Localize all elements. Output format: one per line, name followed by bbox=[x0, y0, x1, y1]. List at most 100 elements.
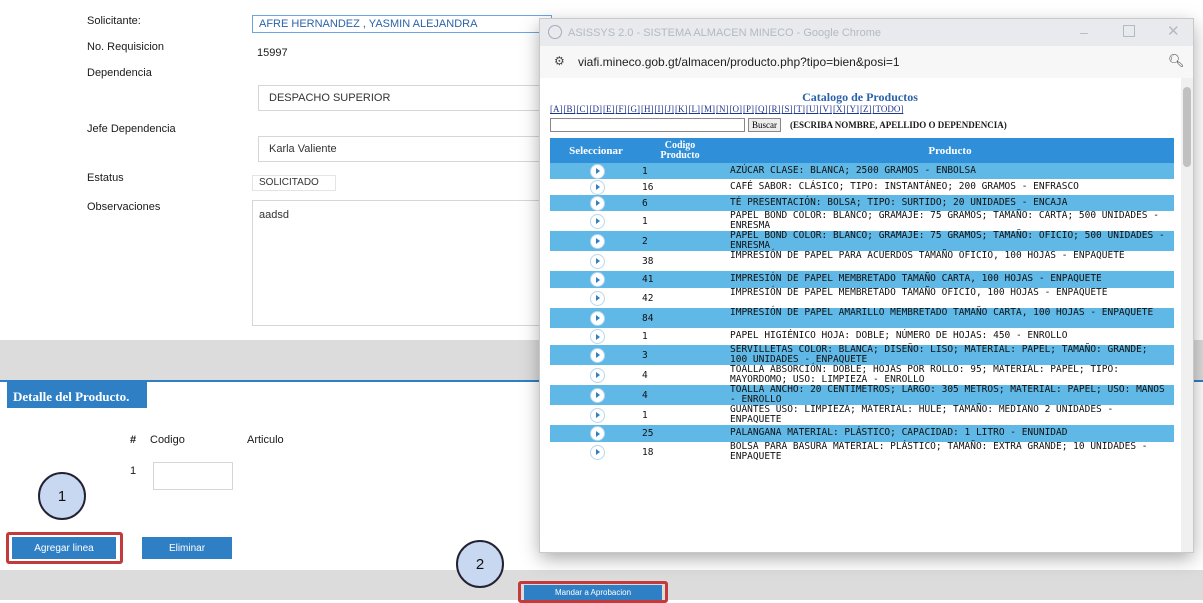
letter-link[interactable]: [B] bbox=[564, 104, 576, 114]
letter-link[interactable]: [TODO] bbox=[873, 104, 904, 114]
letter-link[interactable]: [G] bbox=[628, 104, 641, 114]
product-code: 38 bbox=[642, 255, 654, 267]
product-name: CAFÉ SABOR: CLÁSICO; TIPO: INSTANTÁNEO; … bbox=[730, 181, 1079, 192]
solicitante-field[interactable]: AFRE HERNANDEZ , YASMIN ALEJANDRA bbox=[252, 15, 552, 33]
tab-detalle-producto[interactable]: Detalle del Producto. bbox=[7, 382, 147, 408]
select-row-icon[interactable] bbox=[590, 179, 605, 195]
catalog-row: 6 TÉ PRESENTACIÓN: BOLSA; TIPO: SURTIDO; … bbox=[550, 195, 1174, 211]
estatus-field: SOLICITADO bbox=[252, 175, 336, 191]
letter-link[interactable]: [Q] bbox=[755, 104, 768, 114]
requisicion-value: 15997 bbox=[257, 47, 288, 59]
letter-link[interactable]: [S] bbox=[782, 104, 793, 114]
letter-link[interactable]: [A] bbox=[550, 104, 563, 114]
product-code: 18 bbox=[642, 446, 654, 458]
annotation-circle-1: 1 bbox=[38, 472, 86, 520]
select-row-icon[interactable] bbox=[590, 310, 605, 326]
select-row-icon[interactable] bbox=[590, 367, 605, 383]
chrome-icon bbox=[548, 25, 562, 39]
letter-link[interactable]: [F] bbox=[616, 104, 627, 114]
product-code: 1 bbox=[642, 215, 648, 227]
search-button[interactable]: Buscar bbox=[748, 118, 781, 132]
product-name: SERVILLETAS COLOR: BLANCA; DISEÑO: LISO;… bbox=[730, 344, 1148, 365]
col-articulo-header: Articulo bbox=[247, 434, 284, 446]
codigo-input[interactable] bbox=[153, 462, 233, 490]
product-code: 4 bbox=[642, 389, 648, 401]
popup-window-title: ASISSYS 2.0 - SISTEMA ALMACEN MINECO - G… bbox=[568, 27, 881, 39]
letter-link[interactable]: [M] bbox=[701, 104, 715, 114]
letter-link[interactable]: [U] bbox=[806, 104, 819, 114]
select-row-icon[interactable] bbox=[590, 272, 605, 287]
select-row-icon[interactable] bbox=[590, 213, 605, 229]
catalog-row: 16 CAFÉ SABOR: CLÁSICO; TIPO: INSTANTÁNEO… bbox=[550, 179, 1174, 195]
popup-url[interactable]: viafi.mineco.gob.gt/almacen/producto.php… bbox=[578, 55, 900, 69]
select-row-icon[interactable] bbox=[590, 329, 605, 344]
letter-link[interactable]: [X] bbox=[833, 104, 846, 114]
catalog-row: 1 AZÚCAR CLASE: BLANCA; 2500 GRAMOS - ENB… bbox=[550, 163, 1174, 179]
letter-link[interactable]: [E] bbox=[603, 104, 615, 114]
product-code: 2 bbox=[642, 235, 648, 247]
catalog-row: 41 IMPRESIÓN DE PAPEL MEMBRETADO TAMAÑO C… bbox=[550, 271, 1174, 288]
letter-link[interactable]: [N] bbox=[716, 104, 729, 114]
col-codigo-header: Codigo bbox=[150, 434, 185, 446]
scroll-thumb[interactable] bbox=[1183, 87, 1191, 167]
product-code: 1 bbox=[642, 165, 648, 177]
search-input[interactable] bbox=[550, 118, 745, 132]
letter-link[interactable]: [H] bbox=[641, 104, 654, 114]
product-catalog-popup: ASISSYS 2.0 - SISTEMA ALMACEN MINECO - G… bbox=[540, 19, 1193, 552]
letter-link[interactable]: [O] bbox=[730, 104, 743, 114]
product-code: 25 bbox=[642, 428, 654, 439]
product-code: 1 bbox=[642, 409, 648, 421]
requisicion-label: No. Requisicion bbox=[87, 41, 165, 53]
product-code: 6 bbox=[642, 197, 648, 209]
maximize-icon[interactable] bbox=[1123, 25, 1135, 37]
select-row-icon[interactable] bbox=[590, 195, 605, 211]
letter-link[interactable]: [L] bbox=[689, 104, 701, 114]
product-code: 42 bbox=[642, 292, 654, 304]
product-name: PALANGANA MATERIAL: PLÁSTICO; CAPACIDAD:… bbox=[730, 427, 1068, 438]
popup-content: Catalogo de Productos [A][B][C][D][E][F]… bbox=[540, 78, 1193, 552]
product-name: PAPEL BOND COLOR: BLANCO; GRAMAJE: 75 GR… bbox=[730, 230, 1165, 251]
catalog-row: 4 TOALLA ANCHO: 20 CENTIMETROS; LARGO: 30… bbox=[550, 385, 1174, 405]
product-code: 16 bbox=[642, 181, 654, 193]
select-row-icon[interactable] bbox=[590, 253, 605, 269]
close-icon[interactable]: ✕ bbox=[1167, 22, 1180, 40]
letter-link[interactable]: [Z] bbox=[860, 104, 872, 114]
catalog-table-header: Seleccionar Codigo Producto Producto bbox=[550, 138, 1174, 163]
minimize-icon[interactable]: – bbox=[1080, 24, 1088, 40]
select-row-icon[interactable] bbox=[590, 163, 605, 179]
popup-scrollbar[interactable] bbox=[1181, 78, 1193, 552]
select-row-icon[interactable] bbox=[590, 233, 605, 249]
row-number: 1 bbox=[130, 465, 137, 477]
select-row-icon[interactable] bbox=[590, 290, 605, 306]
letter-link[interactable]: [R] bbox=[769, 104, 781, 114]
eliminar-button[interactable]: Eliminar bbox=[142, 537, 232, 559]
select-row-icon[interactable] bbox=[590, 426, 605, 441]
observaciones-textarea[interactable]: aadsd bbox=[252, 200, 548, 326]
site-info-icon[interactable]: ⚙ bbox=[554, 54, 565, 68]
catalog-row: 3 SERVILLETAS COLOR: BLANCA; DISEÑO: LISO… bbox=[550, 345, 1174, 365]
select-row-icon[interactable] bbox=[590, 387, 605, 403]
letter-link[interactable]: [D] bbox=[590, 104, 603, 114]
letter-link[interactable]: [T] bbox=[794, 104, 806, 114]
letter-link[interactable]: [J] bbox=[665, 104, 675, 114]
agregar-linea-button[interactable]: Agregar linea bbox=[12, 537, 116, 559]
select-row-icon[interactable] bbox=[590, 347, 605, 363]
select-row-icon[interactable] bbox=[590, 407, 605, 423]
letter-link[interactable]: [V] bbox=[820, 104, 833, 114]
dependencia-label: Dependencia bbox=[87, 67, 152, 79]
jefe-field[interactable]: Karla Valiente bbox=[258, 136, 548, 162]
letter-link[interactable]: [P] bbox=[743, 104, 754, 114]
letter-link[interactable]: [Y] bbox=[847, 104, 860, 114]
product-name: TOALLA ABSORCIÓN: DOBLE; HOJAS POR ROLLO… bbox=[730, 364, 1119, 385]
zoom-icon[interactable]: 🔍︎ bbox=[1168, 53, 1185, 69]
select-row-icon[interactable] bbox=[590, 444, 605, 460]
letter-link[interactable]: [I] bbox=[655, 104, 664, 114]
mandar-aprobacion-button[interactable]: Mandar a Aprobacion bbox=[524, 585, 662, 600]
letter-link[interactable]: [K] bbox=[675, 104, 688, 114]
catalog-row: 38 IMPRESIÓN DE PAPEL PARA ACUERDOS TAMAÑ… bbox=[550, 251, 1174, 271]
dependencia-field[interactable]: DESPACHO SUPERIOR bbox=[258, 85, 548, 111]
catalog-row: 25 PALANGANA MATERIAL: PLÁSTICO; CAPACIDA… bbox=[550, 425, 1174, 442]
header-product: Producto bbox=[928, 144, 972, 157]
product-name: IMPRESIÓN DE PAPEL AMARILLO MEMBRETADO T… bbox=[730, 307, 1154, 318]
letter-link[interactable]: [C] bbox=[577, 104, 589, 114]
